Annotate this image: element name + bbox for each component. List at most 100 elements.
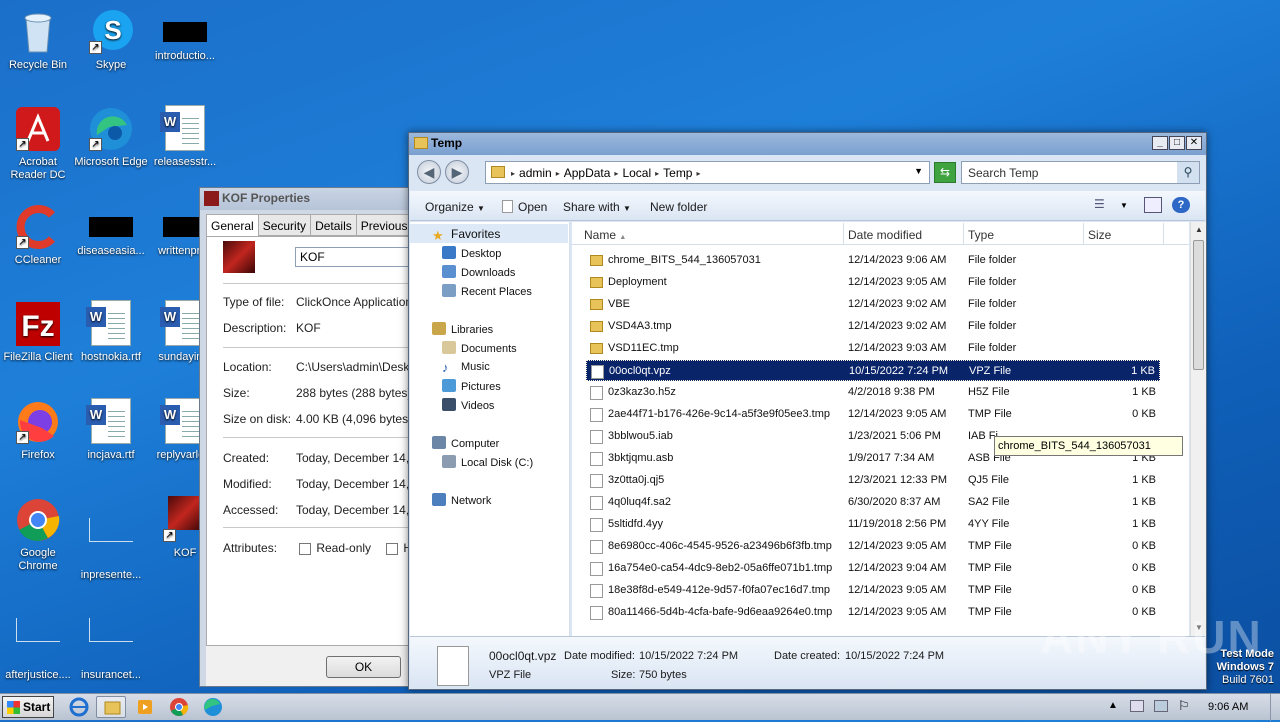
value: ClickOnce Application F [296, 295, 418, 309]
start-button[interactable]: Start [2, 696, 54, 718]
desktop-icon-acrobat[interactable]: ↗ Acrobat Reader DC [0, 105, 76, 182]
nav-downloads[interactable]: Downloads [442, 265, 515, 279]
column-date-modified[interactable]: Date modified [844, 223, 964, 245]
nav-favorites[interactable]: ★ Favorites [432, 227, 500, 243]
explorer-title-bar[interactable]: Temp _ □ ✕ [409, 133, 1206, 155]
file-row[interactable]: 2ae44f71-b176-426e-9c14-a5f3e9f05ee3.tmp… [586, 404, 1160, 425]
scroll-up-icon[interactable]: ▲ [1191, 222, 1207, 238]
file-row[interactable]: 8e6980cc-406c-4545-9526-a23496b6f3fb.tmp… [586, 536, 1160, 557]
clock[interactable]: 9:06 AM [1208, 701, 1248, 713]
search-input[interactable]: Search Temp ⚲ [961, 161, 1200, 184]
view-options-icon[interactable]: ☰ [1094, 197, 1112, 213]
file-name: 2ae44f71-b176-426e-9c14-a5f3e9f05ee3.tmp [608, 408, 831, 420]
taskbar-chrome[interactable] [164, 696, 194, 718]
vertical-scrollbar[interactable]: ▲ ▼ [1190, 222, 1206, 636]
nav-computer[interactable]: Computer [432, 436, 499, 450]
file-name-field[interactable]: KOF [295, 247, 417, 267]
flag-icon[interactable]: ⚐ [1178, 698, 1190, 714]
desktop-icon-hostnokia[interactable]: W hostnokia.rtf [73, 300, 149, 364]
file-row[interactable]: 16a754e0-ca54-4dc9-8eb2-05a6ffe071b1.tmp… [586, 558, 1160, 579]
properties-title: KOF Properties [222, 191, 311, 205]
back-button[interactable]: ◀ [417, 160, 441, 184]
nav-network[interactable]: Network [432, 493, 491, 507]
show-desktop-button[interactable] [1270, 694, 1280, 721]
organize-button[interactable]: Organize ▼ [425, 200, 485, 214]
file-row[interactable]: VSD4A3.tmp 12/14/2023 9:02 AM File folder [586, 316, 1160, 337]
forward-button[interactable]: ▶ [445, 160, 469, 184]
nav-pictures[interactable]: Pictures [442, 379, 501, 393]
file-row[interactable]: 0z3kaz3o.h5z 4/2/2018 9:38 PM H5Z File 1 KB [586, 382, 1160, 403]
chevron-down-icon[interactable]: ▼ [1120, 201, 1138, 217]
desktop-icon-inpresente[interactable]: inpresente... [73, 496, 149, 582]
desktop-icon-ccleaner[interactable]: ↗ CCleaner [0, 203, 76, 267]
preview-pane-icon[interactable] [1144, 197, 1162, 213]
desktop-icon-diseaseasia[interactable]: diseaseasia... [73, 203, 149, 258]
maximize-button[interactable]: □ [1169, 136, 1185, 150]
desktop-icon-chrome[interactable]: Google Chrome [0, 496, 76, 573]
file-row[interactable]: VSD11EC.tmp 12/14/2023 9:03 AM File folder [586, 338, 1160, 359]
address-dropdown-icon[interactable]: ▼ [914, 166, 923, 176]
nav-libraries[interactable]: Libraries [432, 322, 493, 336]
scrollbar-thumb[interactable] [1193, 240, 1204, 370]
help-icon[interactable]: ? [1172, 197, 1190, 213]
tab-general[interactable]: General [206, 214, 259, 237]
separator [223, 527, 417, 528]
file-row[interactable]: 5sltidfd.4yy 11/19/2018 2:56 PM 4YY File 1 … [586, 514, 1160, 535]
file-row[interactable]: 00ocl0qt.vpz 10/15/2022 7:24 PM VPZ File 1 … [586, 360, 1160, 381]
column-name[interactable]: Name ▲ [580, 223, 844, 245]
breadcrumb-local[interactable]: Local [622, 166, 651, 180]
open-button[interactable]: Open [502, 200, 547, 214]
breadcrumb-appdata[interactable]: AppData [564, 166, 611, 180]
file-row[interactable]: Deployment 12/14/2023 9:05 AM File folder [586, 272, 1160, 293]
column-size[interactable]: Size [1084, 223, 1164, 245]
chevron-down-icon: ▼ [623, 204, 631, 213]
refresh-button[interactable]: ⇆ [934, 162, 956, 183]
explorer-title: Temp [431, 136, 463, 150]
taskbar-ie[interactable] [64, 696, 94, 718]
desktop-icon-edge[interactable]: ↗ Microsoft Edge [73, 105, 149, 169]
share-with-button[interactable]: Share with ▼ [563, 200, 631, 214]
close-button[interactable]: ✕ [1186, 136, 1202, 150]
desktop-icon-insurancet[interactable]: insurancet... [73, 596, 149, 682]
desktop-icon-afterjustice[interactable]: afterjustice.... [0, 596, 76, 682]
nav-videos[interactable]: Videos [442, 398, 494, 412]
file-row[interactable]: chrome_BITS_544_136057031 12/14/2023 9:06… [586, 250, 1160, 271]
file-row[interactable]: 18e38f8d-e549-412e-9d57-f0fa07ec16d7.tmp… [586, 580, 1160, 601]
desktop-icon-releasesstr[interactable]: W releasesstr... [147, 105, 223, 169]
column-type[interactable]: Type [964, 223, 1084, 245]
nav-music[interactable]: ♪ Music [442, 360, 490, 375]
taskbar-edge[interactable] [198, 696, 228, 718]
desktop-icon-firefox[interactable]: ↗ Firefox [0, 398, 76, 462]
music-icon: ♪ [442, 360, 449, 375]
file-name: 80a11466-5d4b-4cfa-bafe-9d6eaa9264e0.tmp [608, 606, 833, 618]
tab-details[interactable]: Details [310, 214, 357, 235]
desktop-icon-introductio[interactable]: introductio... [147, 8, 223, 63]
hidden-checkbox[interactable] [386, 542, 399, 555]
desktop-icon-incjava[interactable]: W incjava.rtf [73, 398, 149, 462]
nav-documents[interactable]: Documents [442, 341, 517, 355]
properties-title-bar[interactable]: KOF Properties [200, 188, 418, 210]
file-row[interactable]: VBE 12/14/2023 9:02 AM File folder [586, 294, 1160, 315]
taskbar-media-player[interactable] [130, 696, 160, 718]
ok-button[interactable]: OK [326, 656, 401, 678]
show-hidden-icons[interactable]: ▲ [1108, 700, 1118, 711]
tab-security[interactable]: Security [257, 214, 312, 235]
readonly-checkbox[interactable] [299, 542, 312, 555]
nav-local-disk[interactable]: Local Disk (C:) [442, 455, 533, 469]
search-icon[interactable]: ⚲ [1177, 162, 1199, 183]
nav-desktop[interactable]: Desktop [442, 246, 501, 260]
desktop-icon-filezilla[interactable]: Fz FileZilla Client [0, 300, 76, 364]
new-folder-button[interactable]: New folder [650, 200, 707, 214]
desktop-icon-recycle-bin[interactable]: Recycle Bin [0, 8, 76, 72]
minimize-button[interactable]: _ [1152, 136, 1168, 150]
action-center-icon[interactable] [1130, 700, 1144, 712]
network-icon[interactable] [1154, 700, 1168, 712]
breadcrumb-temp[interactable]: Temp [663, 166, 692, 180]
nav-recent-places[interactable]: Recent Places [442, 284, 532, 298]
file-row[interactable]: 4q0luq4f.sa2 6/30/2020 8:37 AM SA2 File 1 K… [586, 492, 1160, 513]
desktop-icon-skype[interactable]: S ↗ Skype [73, 8, 149, 72]
file-row[interactable]: 3z0tta0j.qj5 12/3/2021 12:33 PM QJ5 File 1 … [586, 470, 1160, 491]
address-bar[interactable]: ▸ admin ▸ AppData ▸ Local ▸ Temp ▸ ▼ [485, 161, 930, 184]
taskbar-explorer[interactable] [96, 696, 126, 718]
breadcrumb-admin[interactable]: admin [519, 166, 552, 180]
